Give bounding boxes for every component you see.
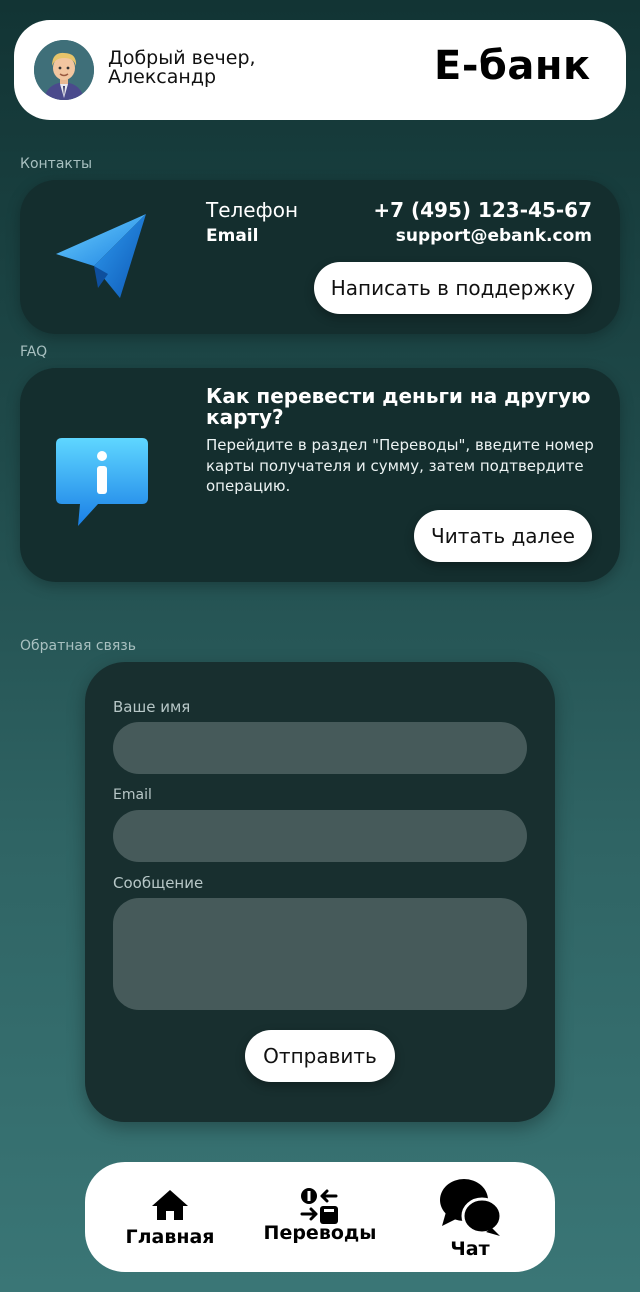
phone-label: Телефон bbox=[206, 198, 299, 222]
app-header: Добрый вечер, Александр E-банк bbox=[14, 20, 626, 120]
nav-item-chat[interactable]: Чат bbox=[420, 1176, 520, 1260]
nav-label-home: Главная bbox=[125, 1226, 215, 1248]
user-avatar-icon bbox=[34, 40, 94, 100]
contacts-section-label: Контакты bbox=[20, 156, 93, 172]
email-field-label: Email bbox=[113, 787, 152, 803]
faq-question: Как перевести деньги на другую карту? bbox=[206, 384, 591, 429]
nav-label-chat: Чат bbox=[450, 1238, 490, 1260]
paper-plane-icon bbox=[56, 214, 146, 298]
message-textarea[interactable] bbox=[113, 898, 527, 1010]
submit-button[interactable]: Отправить bbox=[245, 1030, 395, 1082]
greeting-text: Добрый вечер, Александр bbox=[108, 49, 256, 87]
nav-label-transfers: Переводы bbox=[263, 1222, 377, 1244]
name-input[interactable] bbox=[113, 722, 527, 774]
chat-icon bbox=[440, 1179, 503, 1236]
user-name: Александр bbox=[108, 66, 217, 88]
write-support-button[interactable]: Написать в поддержку bbox=[314, 262, 592, 314]
nav-item-transfers[interactable]: Переводы bbox=[260, 1186, 380, 1244]
avatar[interactable] bbox=[34, 40, 94, 100]
feedback-section-label: Обратная связь bbox=[20, 638, 136, 654]
message-label: Сообщение bbox=[113, 874, 204, 892]
name-label: Ваше имя bbox=[113, 698, 191, 716]
feedback-form: Ваше имя Email Сообщение Отправить bbox=[85, 662, 555, 1122]
faq-section-label: FAQ bbox=[20, 344, 48, 360]
home-icon bbox=[152, 1190, 188, 1220]
brand-logo-text: E-банк bbox=[434, 43, 591, 89]
contacts-card: Телефон +7 (495) 123-45-67 Email support… bbox=[20, 180, 620, 334]
read-more-button[interactable]: Читать далее bbox=[414, 510, 592, 562]
email-value[interactable]: support@ebank.com bbox=[396, 226, 592, 246]
nav-item-home[interactable]: Главная bbox=[120, 1188, 220, 1248]
faq-answer: Перейдите в раздел "Переводы", введите н… bbox=[206, 436, 594, 495]
email-label: Email bbox=[206, 226, 259, 246]
bottom-nav: Главная Переводы Чат bbox=[85, 1162, 555, 1272]
transfer-icon bbox=[300, 1188, 338, 1224]
info-bubble-icon bbox=[56, 438, 148, 526]
phone-value[interactable]: +7 (495) 123-45-67 bbox=[373, 198, 592, 222]
email-row: Email support@ebank.com bbox=[206, 226, 592, 248]
faq-card: Как перевести деньги на другую карту? Пе… bbox=[20, 368, 620, 582]
phone-row: Телефон +7 (495) 123-45-67 bbox=[206, 198, 592, 222]
email-input[interactable] bbox=[113, 810, 527, 862]
